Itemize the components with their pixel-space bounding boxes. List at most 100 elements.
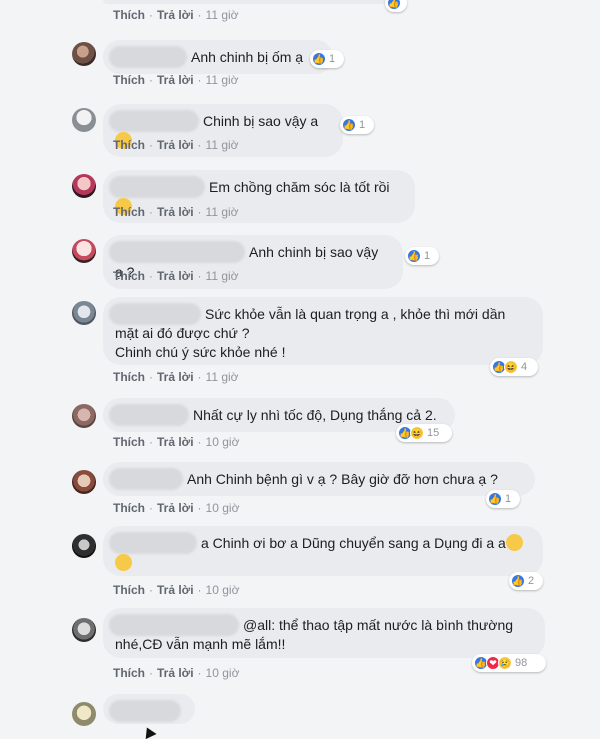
like-reaction-icon: 👍 [387,0,401,10]
timestamp[interactable]: 10 giờ [206,435,240,449]
author-name[interactable] [109,404,189,427]
like-reaction-icon: 👍 [312,52,326,66]
avatar[interactable] [72,618,96,642]
reaction-summary[interactable]: 👍 1 [340,116,374,134]
like-link[interactable]: Thích [113,205,145,219]
avatar[interactable] [72,404,96,428]
comment-actions: Thích · Trả lời · 11 giờ [113,8,239,22]
comment-text-line-2: nhé,CĐ vẫn mạnh mẽ lắm!! [115,635,286,652]
comment-text-line-2: mặt ai đó được chứ ? [115,324,250,341]
timestamp[interactable]: 11 giờ [206,269,239,283]
separator: · [149,73,153,87]
separator: · [197,666,202,680]
reaction-count: 4 [521,361,528,373]
author-name[interactable] [109,46,187,69]
timestamp[interactable]: 10 giờ [206,666,240,680]
avatar[interactable] [72,301,96,325]
reaction-summary[interactable]: 👍 1 [405,247,439,265]
like-link[interactable]: Thích [113,73,145,87]
reply-link[interactable]: Trả lời [157,73,194,87]
reply-link[interactable]: Trả lời [157,583,194,597]
timestamp[interactable]: 10 giờ [206,583,240,597]
reply-link[interactable]: Trả lời [157,8,194,22]
comment-actions: Thích · Trả lời · 11 giờ [113,138,239,152]
like-link[interactable]: Thích [113,583,145,597]
avatar[interactable] [72,239,96,263]
reply-link[interactable]: Trả lời [157,666,194,680]
author-name[interactable] [109,468,183,491]
separator: · [149,269,153,283]
reaction-count: 1 [505,493,512,505]
like-link[interactable]: Thích [113,501,145,515]
author-name[interactable] [109,176,205,199]
avatar[interactable] [72,42,96,66]
comment-actions: Thích · Trả lời · 10 giờ [113,583,239,597]
separator: · [197,501,202,515]
comment-text: Anh Chinh bệnh gì v ạ ? Bây giờ đỡ hơn c… [187,470,498,487]
comment-text: Chinh bị sao vậy a [203,112,319,129]
laughing-emoji-icon [115,553,132,571]
comment-text: Anh chinh bị ốm ạ [191,48,304,65]
reaction-summary[interactable]: 👍 [385,0,407,12]
reaction-summary[interactable]: 👍 1 [486,490,520,508]
timestamp[interactable]: 11 giờ [206,73,239,87]
separator: · [149,435,153,449]
timestamp[interactable]: 11 giờ [206,138,239,152]
haha-reaction-icon: 😢 [498,656,512,670]
avatar[interactable] [72,470,96,494]
reply-link[interactable]: Trả lời [157,435,194,449]
reaction-summary[interactable]: 👍 😆 15 [396,424,452,442]
timestamp[interactable]: 11 giờ [206,370,239,384]
like-link[interactable]: Thích [113,269,145,283]
separator: · [197,583,202,597]
author-name[interactable] [109,241,245,264]
author-name[interactable] [109,532,197,555]
haha-reaction-icon: 😆 [504,360,518,374]
separator: · [149,205,153,219]
like-reaction-icon: 👍 [488,492,502,506]
reply-link[interactable]: Trả lời [157,138,194,152]
separator: · [149,8,153,22]
like-link[interactable]: Thích [113,8,145,22]
separator: · [197,138,202,152]
timestamp[interactable]: 11 giờ [206,205,239,219]
reply-link[interactable]: Trả lời [157,269,194,283]
author-name[interactable] [109,614,239,637]
reaction-summary[interactable]: 👍 2 [509,572,543,590]
avatar[interactable] [72,534,96,558]
like-link[interactable]: Thích [113,435,145,449]
timestamp[interactable]: 11 giờ [206,8,239,22]
reaction-count: 1 [329,53,336,65]
reaction-summary[interactable]: 👍 ❤ 😢 98 [472,654,546,672]
comment-actions: Thích · Trả lời · 11 giờ [113,73,239,87]
separator: · [149,501,153,515]
separator: · [149,666,153,680]
like-link[interactable]: Thích [113,666,145,680]
comment-bubble: Anh chinh bị ốm ạ [103,40,333,74]
comment-actions: Thích · Trả lời · 10 giờ [113,666,239,680]
comment-bubble: @all: thể thao tập mất nước là bình thườ… [103,608,545,658]
comment-bubble: Sức khỏe vẫn là quan trọng a , khỏe thì … [103,297,543,365]
comment-text-line-3: Chinh chú ý sức khỏe nhé ! [115,343,286,360]
avatar[interactable] [72,702,96,726]
reaction-count: 1 [359,119,366,131]
haha-reaction-icon: 😆 [410,426,424,440]
reaction-summary[interactable]: 👍 1 [310,50,344,68]
comment-text-line-1: Sức khỏe vẫn là quan trọng a , khỏe thì … [205,305,506,322]
author-name[interactable] [109,110,199,133]
avatar[interactable] [72,108,96,132]
reaction-summary[interactable]: 👍 😆 4 [490,358,538,376]
timestamp[interactable]: 10 giờ [206,501,240,515]
reply-link[interactable]: Trả lời [157,370,194,384]
reply-link[interactable]: Trả lời [157,205,194,219]
like-link[interactable]: Thích [113,138,145,152]
comment-actions: Thích · Trả lời · 10 giờ [113,501,239,515]
like-link[interactable]: Thích [113,370,145,384]
author-name[interactable] [109,700,181,723]
reaction-count: 98 [515,657,528,669]
comment-actions: Thích · Trả lời · 11 giờ [113,205,239,219]
comment-text: Em chồng chăm sóc là tốt rồi [209,178,390,195]
author-name[interactable] [109,303,201,326]
avatar[interactable] [72,174,96,198]
reply-link[interactable]: Trả lời [157,501,194,515]
